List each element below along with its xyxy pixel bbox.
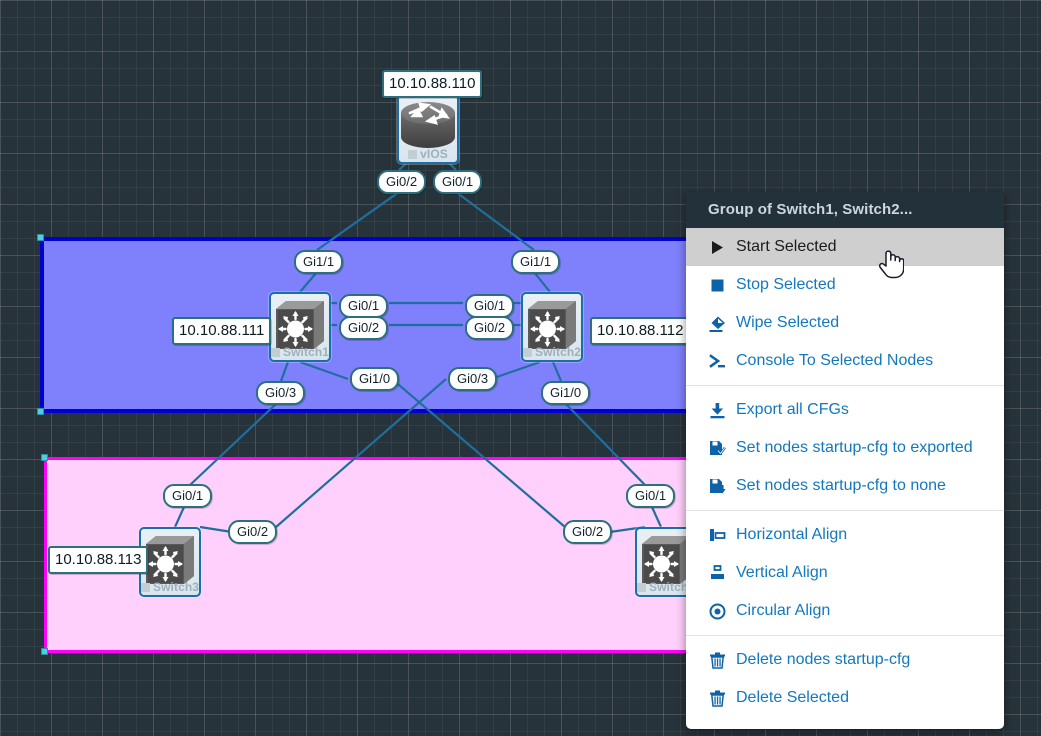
menu-item-label: Stop Selected [736,275,836,295]
iface-chip-switch2-gi03[interactable]: Gi0/3 [448,367,497,391]
menu-separator [686,635,1004,636]
node-switch2[interactable]: Switch2 [521,292,583,362]
menu-item-set-nodes-startup-cfg-to-none[interactable]: Set nodes startup-cfg to none [686,467,1004,505]
iface-chip-switch2-gi01[interactable]: Gi0/1 [465,294,514,318]
iface-chip-switch1-gi10[interactable]: Gi1/0 [350,367,399,391]
trash-icon [708,651,727,670]
iface-chip-switch4-gi01[interactable]: Gi0/1 [626,484,675,508]
iface-chip-switch1-gi03[interactable]: Gi0/3 [256,381,305,405]
status-square-icon [637,583,646,592]
selection-handle-blue-tl[interactable] [37,234,44,241]
menu-item-label: Set nodes startup-cfg to none [736,476,946,496]
selection-handle-magenta-bl[interactable] [41,648,48,655]
iface-chip-switch3-gi02[interactable]: Gi0/2 [228,520,277,544]
menu-item-label: Vertical Align [736,563,828,583]
menu-item-label: Delete Selected [736,688,849,708]
node-label-switch2: Switch2 [523,345,581,359]
play-icon [708,238,727,257]
circular-align-icon [708,602,727,621]
menu-item-set-nodes-startup-cfg-to-exported[interactable]: Set nodes startup-cfg to exported [686,429,1004,467]
selection-handle-blue-bl[interactable] [37,408,44,415]
menu-item-vertical-align[interactable]: Vertical Align [686,554,1004,592]
node-router1[interactable]: vIOS [397,94,459,164]
node-switch3[interactable]: Switch3 [139,527,201,597]
download-icon [708,401,727,420]
menu-item-stop-selected[interactable]: Stop Selected [686,266,1004,304]
stop-icon [708,276,727,295]
menu-item-label: Start Selected [736,237,837,257]
terminal-icon [708,352,727,371]
menu-item-circular-align[interactable]: Circular Align [686,592,1004,630]
menu-bottom-padding [686,717,1004,729]
menu-item-label: Console To Selected Nodes [736,351,933,371]
status-square-icon [523,348,532,357]
horizontal-align-icon [708,526,727,545]
menu-separator [686,510,1004,511]
ip-label-switch2[interactable]: 10.10.88.112 [590,317,690,345]
context-menu-title: Group of Switch1, Switch2... [686,192,1004,228]
iface-chip-switch3-gi01[interactable]: Gi0/1 [163,484,212,508]
iface-chip-switch2-gi11[interactable]: Gi1/1 [511,250,560,274]
menu-item-start-selected[interactable]: Start Selected [686,228,1004,266]
menu-item-delete-nodes-startup-cfg[interactable]: Delete nodes startup-cfg [686,641,1004,679]
context-menu[interactable]: Group of Switch1, Switch2... Start Selec… [686,192,1004,729]
trash-icon [708,689,727,708]
iface-chip-switch1-gi01[interactable]: Gi0/1 [339,294,388,318]
node-label-switch3: Switch3 [141,580,199,594]
menu-item-label: Export all CFGs [736,400,849,420]
selection-handle-magenta-tl[interactable] [41,454,48,461]
status-square-icon [271,348,280,357]
iface-chip-switch1-gi02[interactable]: Gi0/2 [339,316,388,340]
vertical-align-icon [708,564,727,583]
menu-item-label: Delete nodes startup-cfg [736,650,910,670]
menu-separator [686,385,1004,386]
node-label-router1: vIOS [399,147,457,161]
node-label-switch1: Switch1 [271,345,329,359]
menu-item-console-to-selected-nodes[interactable]: Console To Selected Nodes [686,342,1004,380]
iface-chip-router-gi02[interactable]: Gi0/2 [377,170,426,194]
ip-label-router1[interactable]: 10.10.88.110 [382,70,482,98]
menu-item-label: Circular Align [736,601,830,621]
status-square-icon [141,583,150,592]
menu-item-label: Horizontal Align [736,525,847,545]
iface-chip-switch2-gi02[interactable]: Gi0/2 [465,316,514,340]
status-square-icon [408,150,417,159]
menu-item-label: Wipe Selected [736,313,839,333]
eraser-icon [708,314,727,333]
save-down-icon [708,477,727,496]
menu-item-wipe-selected[interactable]: Wipe Selected [686,304,1004,342]
menu-item-label: Set nodes startup-cfg to exported [736,438,973,458]
iface-chip-switch4-gi02[interactable]: Gi0/2 [563,520,612,544]
node-switch1[interactable]: Switch1 [269,292,331,362]
ip-label-switch3[interactable]: 10.10.88.113 [48,546,148,574]
menu-item-horizontal-align[interactable]: Horizontal Align [686,516,1004,554]
menu-item-export-all-cfgs[interactable]: Export all CFGs [686,391,1004,429]
save-check-icon [708,439,727,458]
iface-chip-switch2-gi10[interactable]: Gi1/0 [541,381,590,405]
iface-chip-switch1-gi11[interactable]: Gi1/1 [294,250,343,274]
menu-item-delete-selected[interactable]: Delete Selected [686,679,1004,717]
ip-label-switch1[interactable]: 10.10.88.111 [172,317,271,345]
iface-chip-router-gi01[interactable]: Gi0/1 [433,170,482,194]
